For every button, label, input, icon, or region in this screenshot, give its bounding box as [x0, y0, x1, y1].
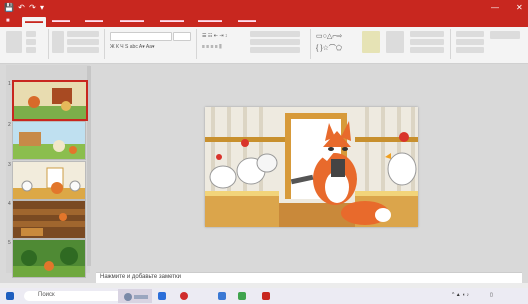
replace-button[interactable]	[456, 39, 484, 45]
slide-number-1: 1	[8, 81, 11, 87]
slide-thumbnail-4[interactable]	[12, 200, 86, 239]
tab-file[interactable]: ■	[6, 18, 10, 24]
tab-slideshow[interactable]: ▬▬▬▬	[198, 18, 222, 24]
quick-styles-button[interactable]	[386, 31, 404, 53]
shapes-gallery[interactable]: ▭○△⌐⇨	[316, 32, 342, 40]
format-painter-button[interactable]	[26, 47, 36, 53]
shape-fill-button[interactable]	[410, 31, 444, 37]
editing-extra-button[interactable]	[490, 31, 520, 39]
paragraph-list-icons[interactable]: ☰ ☷ ⇤ ⇥ ↕	[202, 33, 227, 39]
separator	[48, 29, 49, 59]
shape-effects-button[interactable]	[410, 47, 444, 53]
separator	[104, 29, 105, 59]
paragraph-align-icons[interactable]: ≡ ≡ ≡ ≡ ⫼	[202, 44, 222, 50]
align-text-button[interactable]	[250, 39, 300, 45]
app-icon[interactable]	[180, 292, 188, 300]
reset-button[interactable]	[67, 39, 99, 45]
taskbar-search-placeholder: Поиск	[38, 292, 55, 298]
arrange-button[interactable]	[362, 31, 380, 53]
tab-insert[interactable]: ▬▬▬	[52, 18, 70, 24]
slide-number-5: 5	[8, 240, 11, 246]
slide-thumbnail-1[interactable]	[12, 80, 88, 121]
powerpoint-icon[interactable]	[262, 292, 270, 300]
thumb-5-image	[13, 240, 85, 277]
new-slide-button[interactable]	[52, 31, 64, 53]
ribbon: Ж К Ч S abc A▾ Aa▾ ☰ ☷ ⇤ ⇥ ↕ ≡ ≡ ≡ ≡ ⫼ ▭…	[0, 27, 528, 64]
start-icon[interactable]	[6, 292, 14, 300]
slide-thumbnail-3[interactable]	[12, 161, 86, 200]
tab-home[interactable]: ▬▬▬	[22, 17, 46, 27]
title-bar: 💾 ↶ ↷ ▾ — ✕	[0, 0, 528, 17]
separator	[196, 29, 197, 59]
current-slide[interactable]	[205, 107, 418, 227]
notes-placeholder[interactable]: Нажмите и добавьте заметки	[100, 274, 181, 280]
slide-number-4: 4	[8, 201, 11, 207]
thumb-3-image	[13, 162, 85, 199]
slide-number-2: 2	[8, 122, 11, 128]
tab-transitions[interactable]: ▬▬▬▬	[120, 18, 144, 24]
font-format-icons[interactable]: Ж К Ч S abc A▾ Aa▾	[110, 44, 155, 50]
taskbar-search[interactable]: Поиск	[24, 291, 124, 301]
separator	[310, 29, 311, 59]
slide-number-3: 3	[8, 162, 11, 168]
select-button[interactable]	[456, 47, 484, 53]
thumb-4-image	[13, 201, 85, 238]
find-button[interactable]	[456, 31, 484, 37]
edge-icon[interactable]	[238, 292, 246, 300]
tab-review[interactable]: ▬▬▬	[238, 18, 256, 24]
clock[interactable]: ▯	[490, 292, 493, 298]
close-button[interactable]: ✕	[516, 3, 523, 12]
thumb-1-image	[14, 82, 86, 119]
thumb-2-image	[13, 122, 85, 159]
paste-button[interactable]	[6, 31, 22, 53]
minimize-button[interactable]: —	[491, 3, 499, 12]
shapes-gallery-row2[interactable]: { }☆⌒⬠	[316, 43, 342, 53]
separator	[450, 29, 451, 59]
font-name-select[interactable]	[110, 32, 172, 41]
slide-thumbnail-2[interactable]	[12, 121, 86, 160]
notes-pane[interactable]: Нажмите и добавьте заметки	[96, 272, 522, 283]
tab-animations[interactable]: ▬▬▬▬	[160, 18, 184, 24]
smartart-button[interactable]	[250, 47, 300, 53]
ribbon-tabs: ■ ▬▬▬ ▬▬▬ ▬▬▬ ▬▬▬▬ ▬▬▬▬ ▬▬▬▬ ▬▬▬	[0, 17, 528, 27]
weather-widget-icon[interactable]	[118, 289, 152, 303]
cut-button[interactable]	[26, 31, 36, 37]
copy-button[interactable]	[26, 39, 36, 45]
tab-design[interactable]: ▬▬▬	[85, 18, 103, 24]
section-button[interactable]	[67, 47, 99, 53]
layout-button[interactable]	[67, 31, 99, 37]
explorer-icon[interactable]	[218, 292, 226, 300]
quick-access-toolbar[interactable]: 💾 ↶ ↷ ▾	[4, 3, 45, 12]
font-size-select[interactable]	[173, 32, 191, 41]
slide-thumbnail-5[interactable]	[12, 239, 86, 278]
system-tray[interactable]: ^ ▲ ◖ ♪	[452, 292, 469, 298]
taskbar: Поиск ^ ▲ ◖ ♪ ▯	[0, 288, 528, 304]
slide-illustration	[205, 107, 418, 227]
shape-outline-button[interactable]	[410, 39, 444, 45]
task-view-icon[interactable]	[158, 292, 166, 300]
text-direction-button[interactable]	[250, 31, 300, 37]
